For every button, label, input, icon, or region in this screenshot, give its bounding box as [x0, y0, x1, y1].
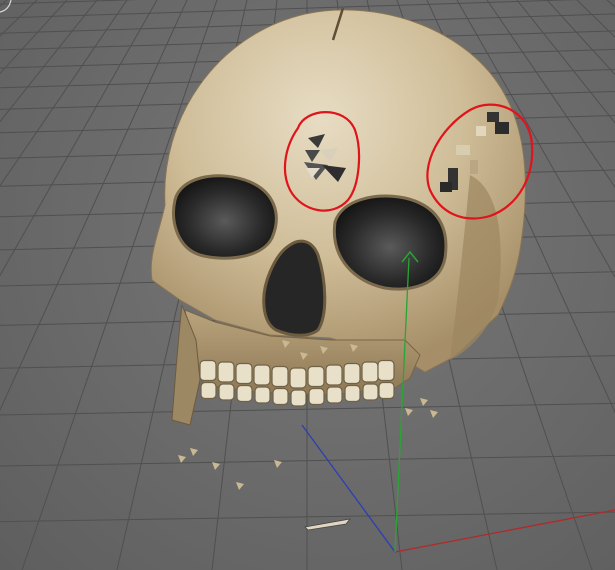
skull-model[interactable]: [150, 7, 526, 490]
axis-z-line: [301, 424, 396, 553]
floor-fragment: [304, 518, 351, 531]
axis-x-line: [394, 509, 615, 553]
left-eye-socket: [172, 174, 278, 260]
3d-viewport[interactable]: [0, 0, 615, 570]
viewport-canvas[interactable]: [0, 0, 615, 570]
